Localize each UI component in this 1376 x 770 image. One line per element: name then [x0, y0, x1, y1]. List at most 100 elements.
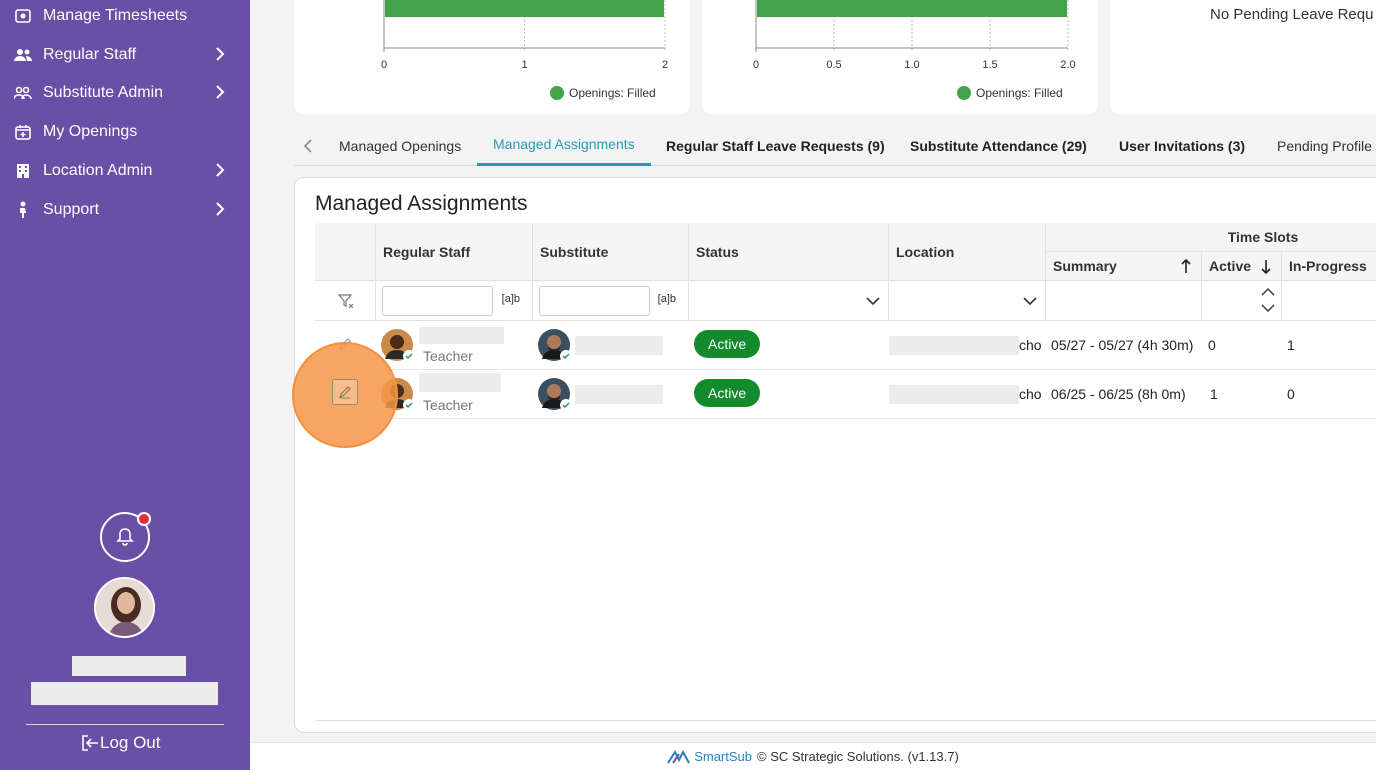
- sidebar-item-manage-timesheets[interactable]: Manage Timesheets: [0, 0, 250, 35]
- tab-bar: Managed Openings Managed Assignments Reg…: [294, 125, 1376, 166]
- location-name: [889, 336, 1019, 355]
- notification-badge: [137, 512, 151, 526]
- notifications-button[interactable]: [100, 512, 151, 562]
- group-icon: [14, 84, 32, 102]
- sidebar-item-substitute-admin[interactable]: Substitute Admin: [0, 73, 250, 112]
- chevron-down-icon: [866, 297, 880, 306]
- chart-svg: 0 1 2: [381, 0, 668, 71]
- sidebar-item-label: Location Admin: [43, 161, 153, 179]
- verified-icon: [560, 350, 572, 362]
- location-text: cho: [1019, 386, 1042, 402]
- footer-brand: SmartSub: [694, 749, 753, 764]
- tick-label: 0: [753, 59, 759, 71]
- sort-ascending-icon: [1181, 259, 1191, 273]
- column-header-location[interactable]: Location: [889, 223, 1046, 281]
- clear-filter-icon[interactable]: [338, 293, 354, 309]
- tick-label: 0: [381, 59, 387, 71]
- sidebar-item-label: Regular Staff: [43, 45, 137, 63]
- active-filter-stepper[interactable]: [1202, 281, 1282, 321]
- in-progress-value: 1: [1287, 337, 1295, 353]
- header-actions: [315, 223, 376, 281]
- avatar: [381, 329, 415, 362]
- chart-legend: Openings: Filled: [957, 86, 1063, 100]
- sidebar-item-support[interactable]: Support: [0, 190, 250, 229]
- chevron-left-icon[interactable]: [302, 138, 314, 154]
- chevron-right-icon: [216, 85, 225, 99]
- column-header-status[interactable]: Status: [689, 223, 889, 281]
- leave-requests-card: No Pending Leave Requ: [1110, 0, 1376, 114]
- bar: [757, 0, 1067, 17]
- active-value: 0: [1208, 337, 1216, 353]
- timesheet-icon: [14, 7, 32, 25]
- chevron-right-icon: [216, 202, 225, 216]
- status-filter-select[interactable]: [689, 281, 889, 321]
- regular-staff-name: [419, 373, 501, 392]
- verified-icon: [560, 399, 572, 411]
- regular-staff-role: Teacher: [423, 348, 473, 364]
- verified-icon: [403, 399, 415, 411]
- tab-managed-assignments[interactable]: Managed Assignments: [477, 125, 651, 166]
- verified-icon: [403, 350, 415, 362]
- chart-card-2: 0 0.5 1.0 1.5 2.0 Openings: Filled: [702, 0, 1098, 114]
- time-slots-label: Time Slots: [1227, 229, 1299, 245]
- calendar-plus-icon: [14, 123, 32, 141]
- location-filter-select[interactable]: [889, 281, 1046, 321]
- column-group-time-slots: Time Slots: [1046, 223, 1376, 252]
- tab-managed-openings[interactable]: Managed Openings: [339, 125, 461, 166]
- avatar[interactable]: [94, 577, 155, 638]
- tab-regular-staff-leave-requests[interactable]: Regular Staff Leave Requests (9): [666, 125, 885, 166]
- managed-assignments-panel: Managed Assignments Regular Staff Substi…: [294, 177, 1376, 733]
- table-row: Teacher Active cho 05/27 - 05/27 (4h 30m…: [315, 321, 1376, 370]
- column-header-in-progress[interactable]: In-Progress: [1282, 252, 1376, 281]
- sidebar-item-label: Substitute Admin: [43, 83, 164, 101]
- status-badge: Active: [694, 330, 761, 358]
- location-name: [889, 385, 1019, 404]
- case-toggle[interactable]: [a]b: [502, 293, 520, 305]
- regular-staff-role: Teacher: [423, 397, 473, 413]
- in-progress-filter: [1282, 281, 1376, 321]
- bar: [385, 0, 664, 17]
- column-header-summary[interactable]: Summary: [1046, 252, 1202, 281]
- filter-regular-staff: [a]b: [376, 281, 533, 321]
- tick-label: 2.0: [1060, 59, 1075, 71]
- sidebar-item-label: Manage Timesheets: [43, 6, 188, 24]
- column-header-active[interactable]: Active: [1202, 252, 1282, 281]
- case-toggle[interactable]: [a]b: [658, 293, 676, 305]
- sidebar: Manage Timesheets Regular Staff Substitu…: [0, 0, 250, 770]
- avatar: [538, 378, 572, 411]
- user-name: [72, 656, 186, 676]
- people-icon: [14, 46, 32, 64]
- substitute-name: [575, 385, 663, 404]
- footer: SmartSub © SC Strategic Solutions. (v1.1…: [250, 742, 1376, 770]
- legend-swatch: [957, 86, 971, 100]
- grid-footer-line: [315, 720, 1376, 721]
- tab-pending-profile[interactable]: Pending Profile I: [1277, 125, 1376, 166]
- sidebar-item-label: My Openings: [43, 122, 138, 140]
- status-badge: Active: [694, 379, 761, 407]
- bell-icon: [116, 528, 134, 546]
- logout-button[interactable]: Log Out: [80, 733, 161, 753]
- clear-filters-cell: [315, 281, 376, 321]
- edit-assignment-button[interactable]: [332, 379, 358, 405]
- chevron-right-icon: [216, 47, 225, 61]
- footer-copyright: © SC Strategic Solutions. (v1.13.7): [757, 749, 959, 764]
- sidebar-item-location-admin[interactable]: Location Admin: [0, 151, 250, 190]
- location-text: cho: [1019, 337, 1042, 353]
- summary-label: Summary: [1053, 258, 1117, 274]
- substitute-filter-input[interactable]: [539, 286, 650, 316]
- tab-user-invitations[interactable]: User Invitations (3): [1119, 125, 1245, 166]
- sidebar-item-my-openings[interactable]: My Openings: [0, 112, 250, 151]
- legend-label: Openings: Filled: [976, 86, 1063, 100]
- pencil-icon: [339, 386, 351, 399]
- active-value: 1: [1210, 386, 1218, 402]
- logout-icon: [82, 735, 98, 751]
- column-header-substitute[interactable]: Substitute: [533, 223, 689, 281]
- regular-staff-filter-input[interactable]: [382, 286, 493, 316]
- chart-legend: Openings: Filled: [550, 86, 656, 100]
- sidebar-item-regular-staff[interactable]: Regular Staff: [0, 35, 250, 74]
- divider: [26, 724, 224, 725]
- tab-substitute-attendance[interactable]: Substitute Attendance (29): [910, 125, 1087, 166]
- table-row: Teacher Active cho 06/25 - 06/25 (8h 0m)…: [315, 370, 1376, 419]
- summary-value: 05/27 - 05/27 (4h 30m): [1051, 337, 1194, 353]
- column-header-regular-staff[interactable]: Regular Staff: [376, 223, 533, 281]
